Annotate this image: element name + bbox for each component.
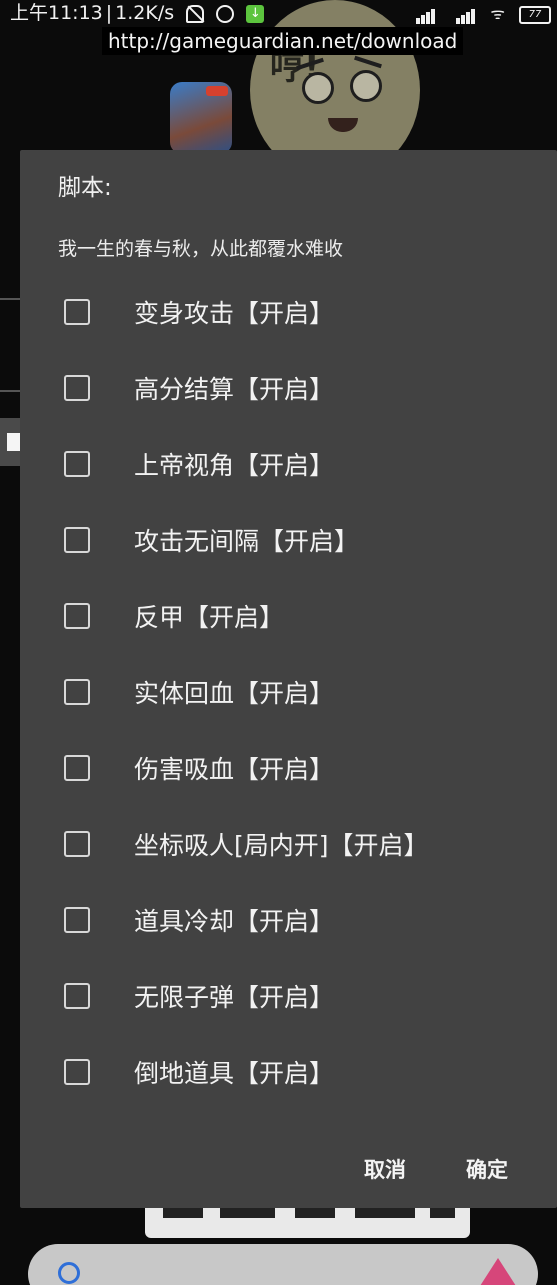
status-right: ᯤ 77 bbox=[402, 2, 551, 24]
app-icon-tag bbox=[206, 86, 228, 96]
cartoon-mouth bbox=[328, 118, 358, 132]
checkbox[interactable] bbox=[64, 755, 90, 781]
alarm-icon bbox=[216, 4, 235, 23]
option-row[interactable]: 反甲【开启】 bbox=[20, 578, 557, 654]
signal-icon bbox=[448, 6, 476, 24]
checkbox[interactable] bbox=[64, 831, 90, 857]
status-separator: | bbox=[105, 2, 113, 24]
option-label: 高分结算【开启】 bbox=[134, 375, 335, 404]
assistant-icon bbox=[480, 1258, 516, 1285]
checkbox[interactable] bbox=[64, 1059, 90, 1085]
dialog-title: 脚本: bbox=[58, 175, 112, 201]
checkbox[interactable] bbox=[64, 299, 90, 325]
option-row[interactable]: 无限子弹【开启】 bbox=[20, 958, 557, 1034]
cartoon-brow-right bbox=[354, 55, 382, 69]
checkbox[interactable] bbox=[64, 679, 90, 705]
background-side-panel bbox=[0, 298, 22, 392]
cancel-button[interactable]: 取消 bbox=[364, 1154, 406, 1184]
option-label: 伤害吸血【开启】 bbox=[134, 755, 335, 784]
background-app-icon bbox=[170, 82, 232, 154]
download-icon: ↓ bbox=[246, 4, 265, 23]
option-row[interactable]: 上帝视角【开启】 bbox=[20, 426, 557, 502]
checkbox[interactable] bbox=[64, 527, 90, 553]
option-label: 无限子弹【开启】 bbox=[134, 983, 335, 1012]
checkbox[interactable] bbox=[64, 907, 90, 933]
status-bar: 上午11:13 | 1.2K/s ↓ ᯤ 77 bbox=[0, 0, 557, 24]
ok-button[interactable]: 确定 bbox=[466, 1154, 508, 1184]
mute-bell-icon bbox=[186, 4, 205, 23]
option-row[interactable]: 实体回血【开启】 bbox=[20, 654, 557, 730]
option-label: 实体回血【开启】 bbox=[134, 679, 335, 708]
option-row[interactable]: 坐标吸人[局内开]【开启】 bbox=[20, 806, 557, 882]
option-label: 坐标吸人[局内开]【开启】 bbox=[134, 831, 429, 860]
checkbox[interactable] bbox=[64, 375, 90, 401]
wifi-icon: ᯤ bbox=[490, 4, 505, 23]
cartoon-eye-left bbox=[302, 72, 334, 104]
screen: 哼! 上午11:13 | 1.2K/s ↓ ᯤ 77 http://gamegu… bbox=[0, 0, 557, 1285]
status-net-speed: 1.2K/s bbox=[115, 2, 175, 24]
option-row[interactable]: 道具冷却【开启】 bbox=[20, 882, 557, 958]
cartoon-eye-right bbox=[350, 70, 382, 102]
dialog-actions: 取消 确定 bbox=[20, 1118, 557, 1208]
option-list: 变身攻击【开启】 高分结算【开启】 上帝视角【开启】 攻击无间隔【开启】 反甲【… bbox=[20, 274, 557, 1110]
option-row[interactable]: 攻击无间隔【开启】 bbox=[20, 502, 557, 578]
signal-icon bbox=[408, 6, 436, 24]
search-icon bbox=[58, 1262, 80, 1284]
option-label: 反甲【开启】 bbox=[134, 603, 285, 632]
url-banner: http://gameguardian.net/download bbox=[102, 27, 464, 55]
checkbox[interactable] bbox=[64, 451, 90, 477]
status-left: 上午11:13 | 1.2K/s ↓ bbox=[10, 0, 265, 25]
option-row[interactable]: 变身攻击【开启】 bbox=[20, 274, 557, 350]
option-row[interactable]: 伤害吸血【开启】 bbox=[20, 730, 557, 806]
option-label: 上帝视角【开启】 bbox=[134, 451, 335, 480]
option-label: 倒地道具【开启】 bbox=[134, 1059, 335, 1088]
option-row[interactable]: 高分结算【开启】 bbox=[20, 350, 557, 426]
option-label: 变身攻击【开启】 bbox=[134, 299, 335, 328]
option-row[interactable]: 倒地道具【开启】 bbox=[20, 1034, 557, 1110]
option-label: 道具冷却【开启】 bbox=[134, 907, 335, 936]
dialog-subtitle: 我一生的春与秋，从此都覆水难收 bbox=[58, 238, 344, 260]
checkbox[interactable] bbox=[64, 603, 90, 629]
option-label: 攻击无间隔【开启】 bbox=[134, 527, 360, 556]
battery-icon: 77 bbox=[519, 6, 551, 24]
status-time: 上午11:13 bbox=[10, 2, 103, 24]
script-dialog: 脚本: 我一生的春与秋，从此都覆水难收 变身攻击【开启】 高分结算【开启】 上帝… bbox=[20, 150, 557, 1208]
checkbox[interactable] bbox=[64, 983, 90, 1009]
background-search-bar bbox=[28, 1244, 538, 1285]
